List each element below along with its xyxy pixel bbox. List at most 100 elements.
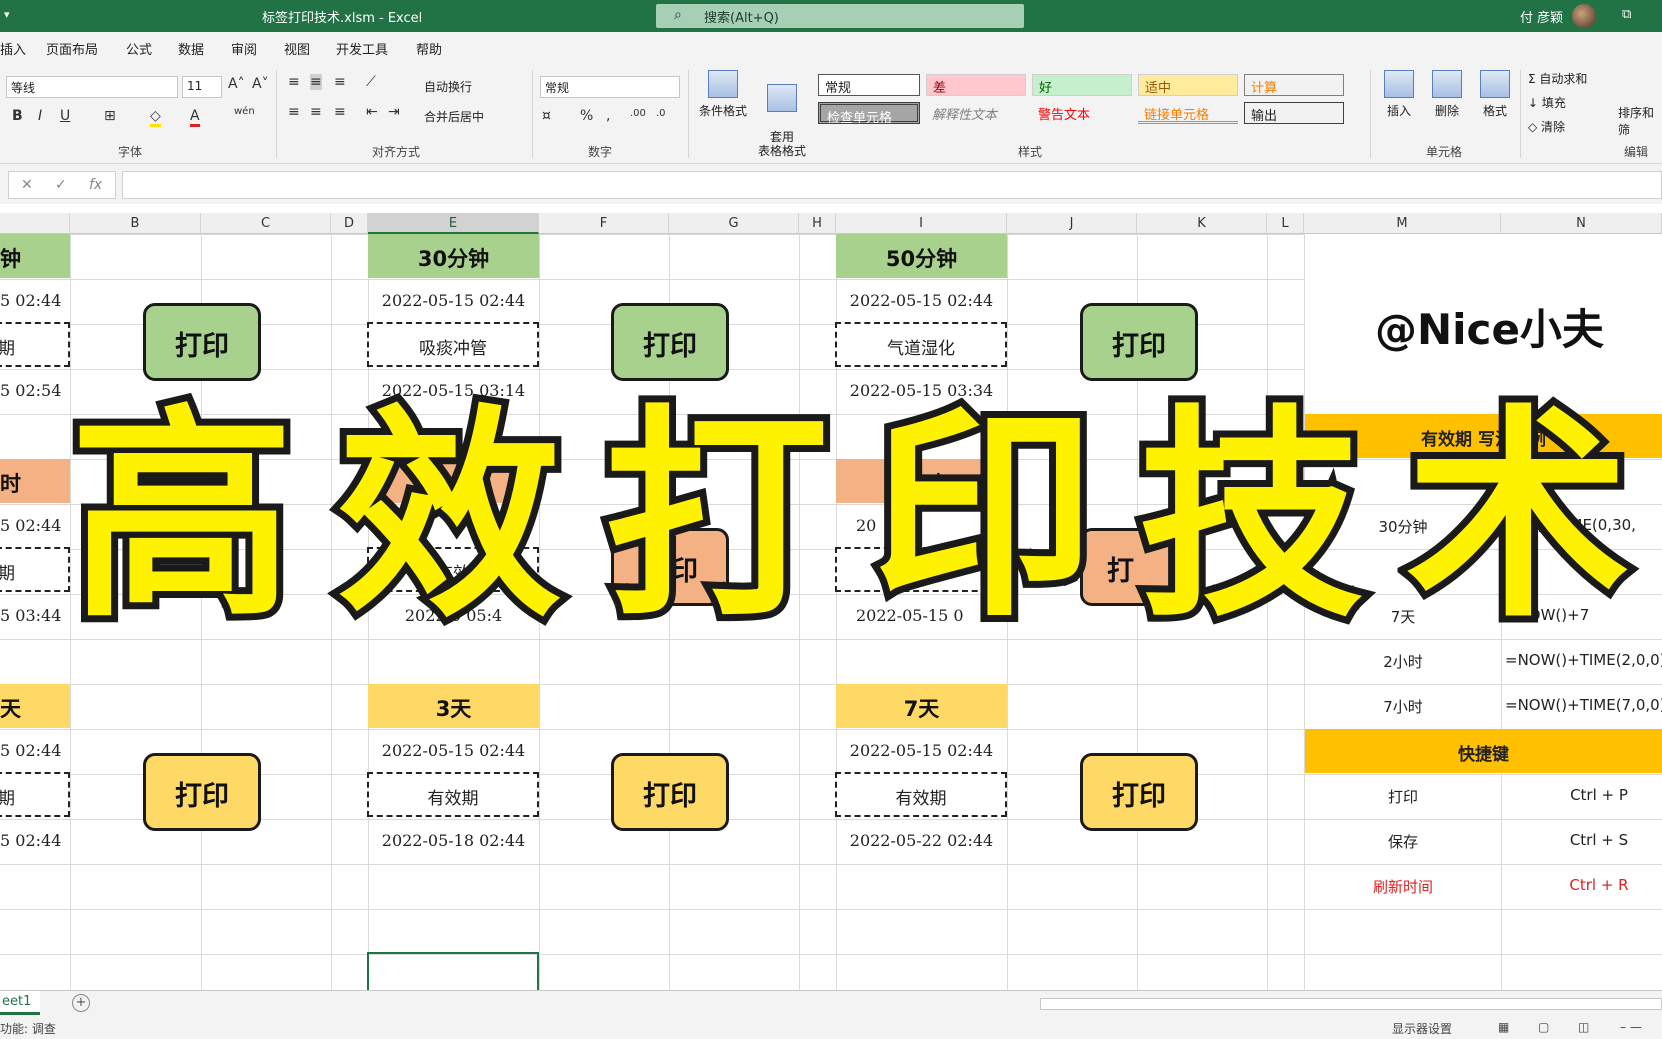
start-time-cell[interactable]: 5 02:44	[0, 279, 70, 323]
horizontal-scrollbar[interactable]	[1040, 998, 1662, 1010]
style-output[interactable]: 输出	[1244, 102, 1344, 124]
col-header-j[interactable]: J	[1007, 213, 1137, 234]
print-button[interactable]: 打印	[143, 753, 261, 831]
panel-row-name[interactable]: 30分钟	[1305, 504, 1501, 549]
page-layout-icon[interactable]: ▢	[1538, 1020, 1549, 1034]
print-button[interactable]: 打	[1080, 528, 1198, 606]
format-as-table-button[interactable]: 套用 表格格式	[750, 70, 814, 158]
indent-increase-icon[interactable]: ⇥	[388, 104, 400, 120]
align-top-icon[interactable]: ≡	[288, 74, 300, 90]
tab-insert[interactable]: 插入	[0, 39, 26, 58]
col-header-f[interactable]: F	[539, 213, 669, 234]
col-header-n[interactable]: N	[1501, 213, 1662, 234]
style-check[interactable]: 检查单元格	[818, 102, 920, 126]
orientation-icon[interactable]: ⟋	[366, 74, 376, 90]
label-header[interactable]: 天	[0, 684, 70, 728]
panel-row-name[interactable]	[1305, 459, 1501, 504]
tab-help[interactable]: 帮助	[416, 39, 442, 58]
insert-cells-button[interactable]: 插入	[1376, 70, 1422, 119]
panel-row-name[interactable]: 7天	[1305, 594, 1501, 639]
panel-header-examples[interactable]: 有效期 写法示例	[1305, 414, 1662, 458]
col-header-e[interactable]: E	[368, 213, 539, 234]
tab-review[interactable]: 审阅	[231, 39, 257, 58]
end-time-cell[interactable]: 2022-05-15 03:34	[836, 369, 1007, 413]
search-box[interactable]: ⌕ 搜索(Alt+Q)	[656, 4, 1024, 28]
border-icon[interactable]: ⊞	[104, 108, 116, 124]
start-time-cell[interactable]: 2022-05-15 02:44	[368, 729, 539, 773]
panel-row-name[interactable]: 7小时	[1305, 684, 1501, 729]
col-header-c[interactable]: C	[201, 213, 331, 234]
shortcut-key[interactable]: Ctrl + R	[1501, 864, 1662, 909]
label-name-cell[interactable]: 吸痰冲管	[367, 322, 539, 367]
col-header-k[interactable]: K	[1137, 213, 1267, 234]
number-format-select[interactable]: 常规	[540, 76, 680, 98]
tab-data[interactable]: 数据	[178, 39, 204, 58]
style-warn[interactable]: 警告文本	[1032, 102, 1132, 124]
zoom-out-icon[interactable]: – —	[1620, 1020, 1642, 1034]
label-name-cell[interactable]: 期	[0, 772, 70, 817]
merge-center-button[interactable]: 合并后居中	[424, 108, 484, 125]
label-header[interactable]: 时	[0, 459, 70, 503]
avatar[interactable]	[1572, 4, 1596, 28]
label-header[interactable]: 钟	[0, 234, 70, 278]
panel-row-formula[interactable]: OW()+TIME(0,30,	[1505, 504, 1662, 549]
font-size-select[interactable]: 11	[182, 76, 222, 98]
end-time-cell[interactable]: 2022-05-18 02:44	[368, 819, 539, 863]
label-name-cell[interactable]: 有效期	[835, 772, 1007, 817]
decrease-decimal-icon[interactable]: .0	[656, 108, 666, 119]
formula-input[interactable]	[122, 171, 1662, 199]
start-time-cell[interactable]: 2022-05-15 02:44	[836, 729, 1007, 773]
format-cells-button[interactable]: 格式	[1472, 70, 1518, 119]
insert-function-icon[interactable]: fx	[89, 177, 102, 193]
col-header-i[interactable]: I	[836, 213, 1007, 234]
label-name-cell[interactable]	[835, 547, 1007, 592]
start-time-cell[interactable]: 5 02:44	[0, 504, 70, 548]
print-button[interactable]: 打印	[1080, 753, 1198, 831]
label-name-cell[interactable]: 气道湿化	[835, 322, 1007, 367]
align-middle-icon[interactable]: ≡	[310, 74, 322, 90]
print-button[interactable]: 打印	[1080, 303, 1198, 381]
panel-header-shortcuts[interactable]: 快捷键	[1305, 729, 1662, 773]
style-neutral[interactable]: 适中	[1138, 74, 1238, 96]
indent-decrease-icon[interactable]: ⇤	[366, 104, 378, 120]
shortcut-name[interactable]: 刷新时间	[1305, 864, 1501, 909]
end-time-cell[interactable]: 2022-05-15 03:14	[368, 369, 539, 413]
style-good[interactable]: 好	[1032, 74, 1132, 96]
phonetic-icon[interactable]: wén	[234, 106, 255, 117]
selected-cell[interactable]	[367, 952, 539, 990]
print-button[interactable]: 打印	[611, 303, 729, 381]
panel-row-formula[interactable]: 2	[1505, 549, 1662, 594]
delete-cells-button[interactable]: 删除	[1424, 70, 1470, 119]
restore-window-icon[interactable]: ⧉	[1622, 7, 1631, 22]
col-header-m[interactable]: M	[1304, 213, 1501, 234]
end-time-cell[interactable]: 2022-05-15 0	[836, 594, 1007, 638]
start-time-cell[interactable]: 20	[368, 504, 539, 548]
start-time-cell[interactable]: 5 02:44	[0, 729, 70, 773]
label-header[interactable]: 小时	[836, 459, 1007, 503]
font-name-select[interactable]: 等线	[6, 76, 178, 98]
panel-row-name[interactable]	[1305, 549, 1501, 594]
sheet-tab-active[interactable]: eet1	[0, 991, 40, 1015]
end-time-cell[interactable]: 5 02:44	[0, 819, 70, 863]
wrap-text-button[interactable]: 自动换行	[424, 78, 472, 95]
label-header[interactable]: 50分钟	[836, 234, 1007, 278]
label-name-cell[interactable]: 有效期	[367, 772, 539, 817]
panel-row-name[interactable]: 2小时	[1305, 639, 1501, 684]
align-right-icon[interactable]: ≡	[334, 104, 346, 120]
percent-icon[interactable]: %	[580, 108, 593, 124]
align-left-icon[interactable]: ≡	[288, 104, 300, 120]
panel-row-formula[interactable]: =NOW()+7	[1505, 594, 1662, 639]
panel-row-formula[interactable]: +TIME(0,10,	[1505, 459, 1662, 504]
tab-view[interactable]: 视图	[284, 39, 310, 58]
page-break-icon[interactable]: ◫	[1578, 1020, 1589, 1034]
bold-icon[interactable]: B	[12, 108, 23, 124]
underline-icon[interactable]: U	[60, 108, 70, 124]
conditional-format-button[interactable]: 条件格式	[694, 70, 752, 119]
end-time-cell[interactable]: 2022-05-22 02:44	[836, 819, 1007, 863]
label-name-cell[interactable]: 期	[0, 322, 70, 367]
fill-button[interactable]: ↓ 填充	[1528, 94, 1566, 111]
label-header[interactable]: 7天	[836, 684, 1007, 728]
label-name-cell[interactable]: 有效	[367, 547, 539, 592]
add-sheet-icon[interactable]: +	[72, 994, 90, 1012]
label-name-cell[interactable]: 期	[0, 547, 70, 592]
